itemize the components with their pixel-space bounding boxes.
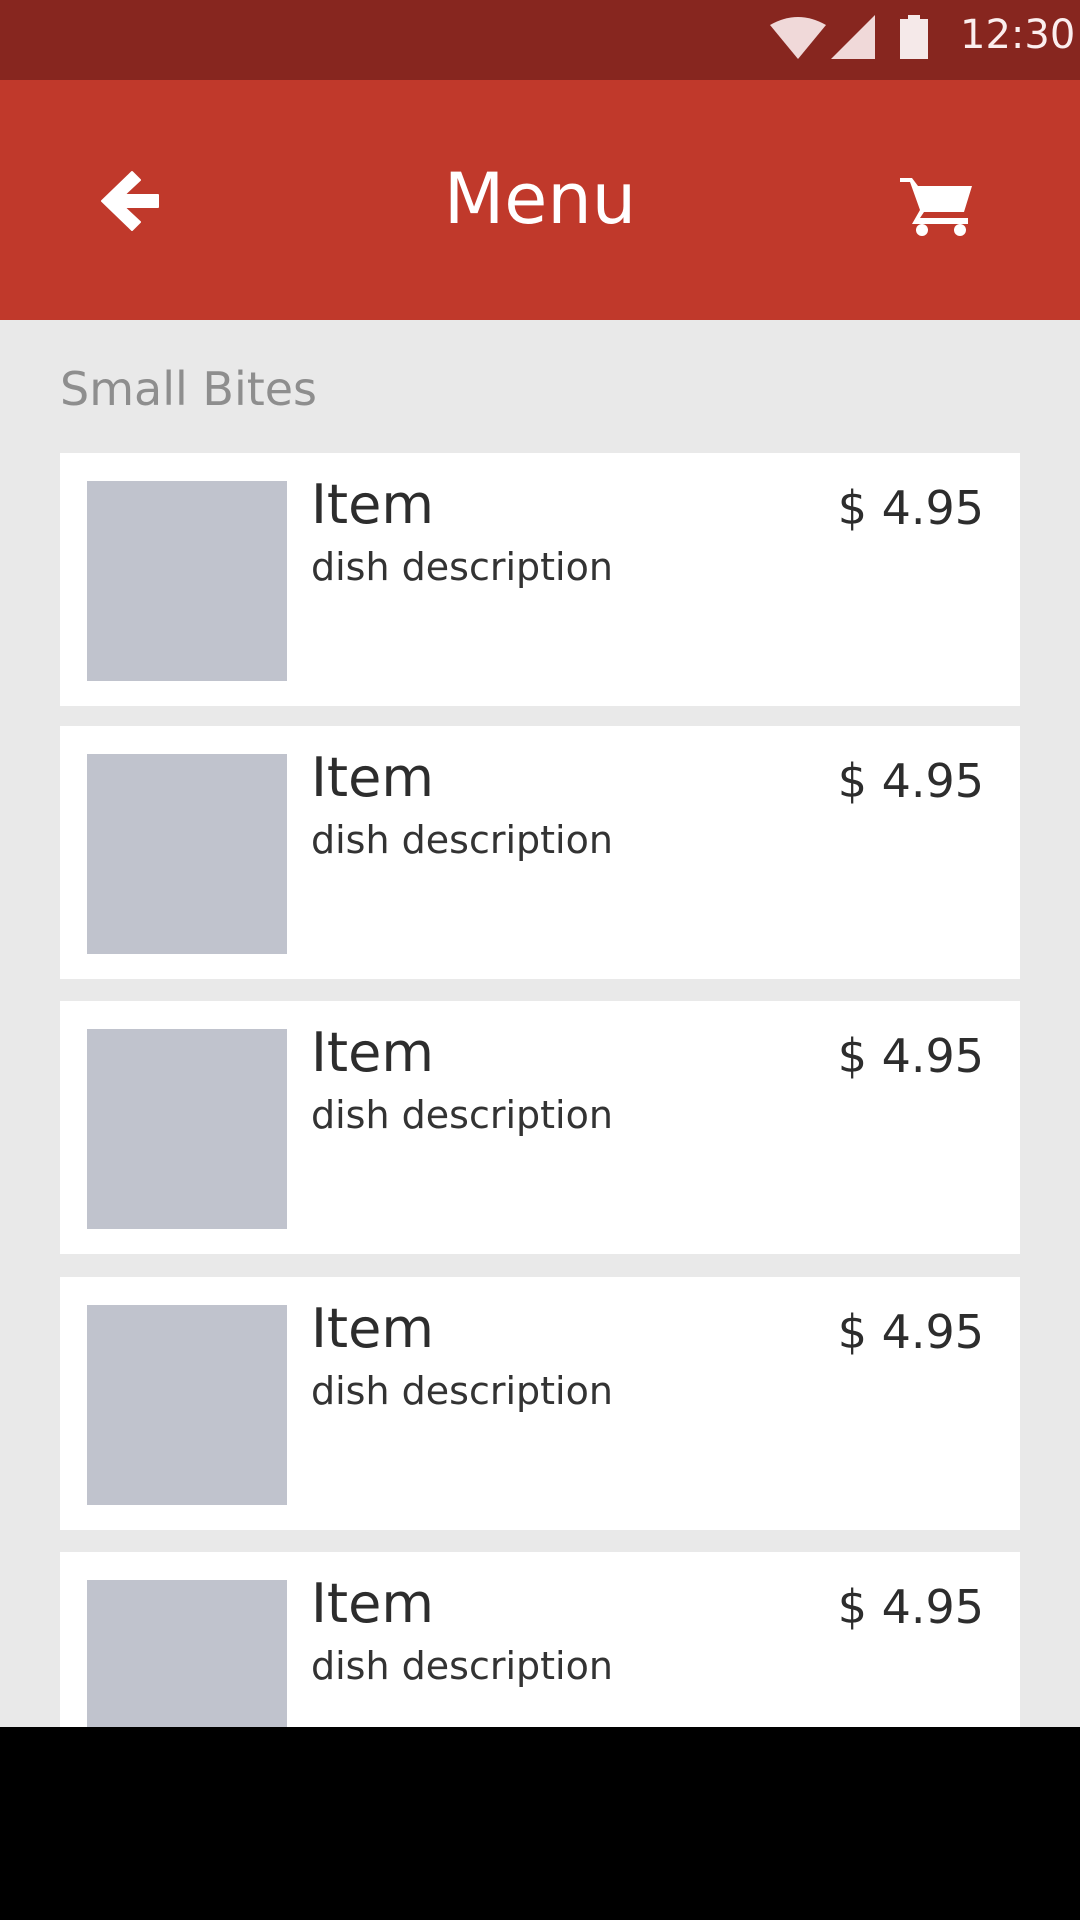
item-description: dish description xyxy=(311,1644,613,1688)
item-price: $ 4.95 xyxy=(837,1305,984,1359)
cart-icon[interactable] xyxy=(900,172,974,236)
menu-item[interactable]: Item dish description $ 4.95 xyxy=(60,1552,1020,1727)
signal-icon xyxy=(831,15,875,59)
menu-item[interactable]: Item dish description $ 4.95 xyxy=(60,726,1020,979)
item-name: Item xyxy=(311,473,434,536)
item-price: $ 4.95 xyxy=(837,1580,984,1634)
menu-item[interactable]: Item dish description $ 4.95 xyxy=(60,1277,1020,1530)
menu-screen: 12:30 Menu Small Bites Item dish descrip… xyxy=(0,0,1080,1727)
item-name: Item xyxy=(311,1572,434,1635)
item-price: $ 4.95 xyxy=(837,481,984,535)
status-time: 12:30 xyxy=(960,12,1076,58)
item-image xyxy=(87,481,287,681)
item-description: dish description xyxy=(311,818,613,862)
item-price: $ 4.95 xyxy=(837,1029,984,1083)
menu-item[interactable]: Item dish description $ 4.95 xyxy=(60,453,1020,706)
item-image xyxy=(87,754,287,954)
item-image xyxy=(87,1580,287,1727)
item-image xyxy=(87,1029,287,1229)
item-name: Item xyxy=(311,1297,434,1360)
item-description: dish description xyxy=(311,1369,613,1413)
item-name: Item xyxy=(311,1021,434,1084)
menu-item[interactable]: Item dish description $ 4.95 xyxy=(60,1001,1020,1254)
item-name: Item xyxy=(311,746,434,809)
wifi-icon xyxy=(770,17,826,59)
item-description: dish description xyxy=(311,545,613,589)
item-image xyxy=(87,1305,287,1505)
section-title: Small Bites xyxy=(60,362,318,416)
item-price: $ 4.95 xyxy=(837,754,984,808)
navigation-bar xyxy=(0,1727,1080,1920)
app-bar: Menu xyxy=(0,80,1080,320)
status-bar: 12:30 xyxy=(0,0,1080,80)
item-description: dish description xyxy=(311,1093,613,1137)
battery-icon xyxy=(900,15,928,59)
